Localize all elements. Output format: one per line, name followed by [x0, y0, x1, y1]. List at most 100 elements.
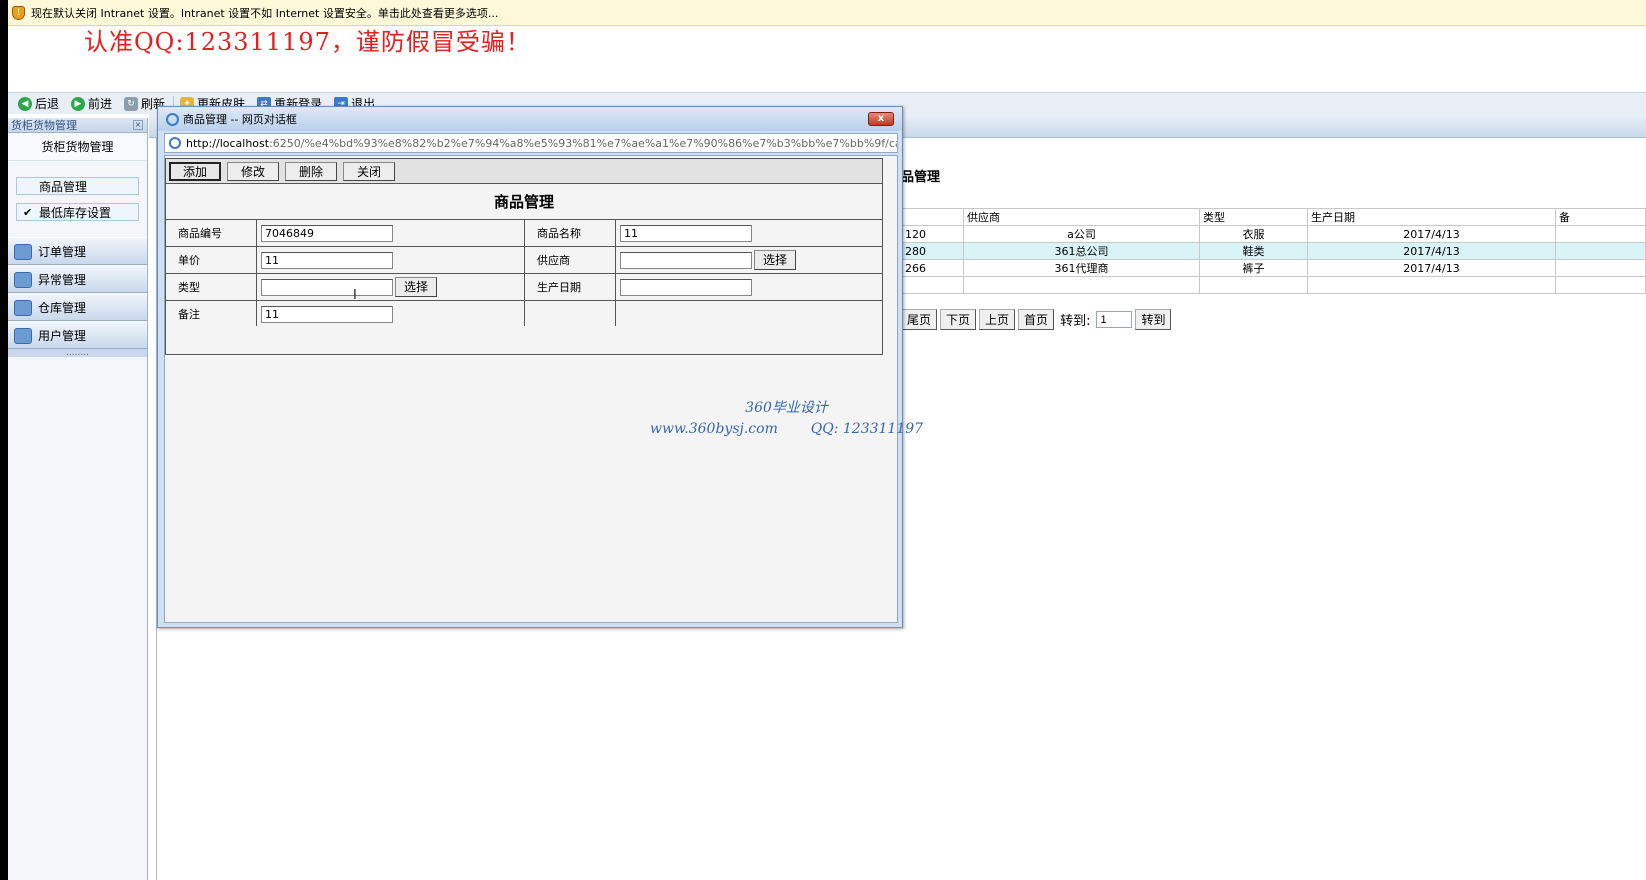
sidebar-group-warehouse[interactable]: 仓库管理: [8, 293, 147, 321]
remark-cell: [256, 300, 525, 328]
supplier-input[interactable]: [620, 251, 752, 269]
sidebar-item-label: 商品管理: [39, 179, 88, 194]
supplier-cell: 选择: [615, 246, 883, 274]
sidebar-close-icon[interactable]: ×: [133, 120, 143, 130]
sidebar-item-min-stock[interactable]: ✔ 最低库存设置: [16, 203, 139, 221]
background-product-table: 供应商 类型 生产日期 备 120 a公司 衣服 2017/4/13 280 3…: [901, 208, 1646, 294]
delete-button[interactable]: 删除: [285, 161, 337, 181]
product-code-label: 商品编号: [165, 219, 257, 247]
dialog-close-button[interactable]: x: [868, 112, 894, 126]
watermark-line1: 360毕业设计: [745, 400, 828, 416]
exceptions-icon: [14, 272, 32, 288]
form-footer: [165, 326, 883, 355]
type-input[interactable]: [261, 278, 393, 296]
goto-page-input[interactable]: [1096, 311, 1133, 328]
product-dialog: 商品管理 -- 网页对话框 x http://localhost:6250/%e…: [157, 106, 903, 628]
product-name-label: 商品名称: [524, 219, 616, 247]
goto-button[interactable]: 转到: [1135, 309, 1172, 330]
table-cell: [1199, 276, 1308, 294]
sidebar-panel-title: 货柜货物管理: [11, 119, 77, 132]
form-row: 类型 选择 生产日期: [165, 273, 883, 301]
table-row: [901, 276, 1646, 294]
orders-icon: [14, 244, 32, 260]
form-row: 单价 供应商 选择: [165, 246, 883, 274]
sidebar-item-list: 商品管理 ✔ 最低库存设置: [8, 161, 147, 237]
goto-label: 转到:: [1060, 314, 1091, 329]
close-button[interactable]: 关闭: [343, 161, 395, 181]
price-input[interactable]: [261, 251, 393, 269]
product-name-input[interactable]: [620, 224, 752, 242]
remark-input[interactable]: [261, 305, 393, 323]
table-cell: [1307, 276, 1556, 294]
table-cell: 2017/4/13: [1307, 259, 1556, 277]
sidebar-panel-header: 货柜货物管理 ×: [8, 118, 147, 133]
sidebar-group-label: 仓库管理: [38, 300, 87, 315]
sidebar-group-label: 用户管理: [38, 328, 87, 343]
price-label: 单价: [165, 246, 257, 274]
first-page-button[interactable]: 首页: [1018, 309, 1055, 330]
table-header-cell: [901, 208, 964, 226]
watermark-line2: www.360bysj.com QQ: 123311197: [650, 419, 923, 440]
sidebar-item-product-management[interactable]: 商品管理: [16, 177, 139, 195]
next-page-button[interactable]: 下页: [940, 309, 977, 330]
table-cell: [1555, 225, 1646, 243]
table-header-cell: 供应商: [963, 208, 1200, 226]
add-button[interactable]: 添加: [169, 161, 221, 181]
ie-icon: [166, 112, 179, 126]
back-label: 后退: [35, 97, 60, 111]
back-arrow-icon: ◀: [18, 96, 32, 111]
table-row[interactable]: 280 361总公司 鞋类 2017/4/13: [901, 242, 1646, 260]
url-path: :6250/%e4%bd%93%e8%82%b2%e7%94%a8%e5%93%…: [269, 136, 898, 150]
supplier-select-button[interactable]: 选择: [754, 250, 797, 270]
form-title: 商品管理: [165, 184, 883, 220]
type-select-button[interactable]: 选择: [395, 277, 438, 297]
dialog-address-bar: http://localhost:6250/%e4%bd%93%e8%82%b2…: [164, 133, 898, 153]
sidebar-resize-handle[interactable]: ........: [8, 349, 147, 358]
sidebar-group-label: 订单管理: [38, 244, 87, 259]
table-cell: [1555, 242, 1646, 260]
watermark-qq: QQ: 123311197: [810, 421, 924, 437]
table-row[interactable]: 120 a公司 衣服 2017/4/13: [901, 225, 1646, 243]
infobar-text: 现在默认关闭 Intranet 设置。Intranet 设置不如 Interne…: [31, 6, 499, 20]
sidebar-group-orders[interactable]: 订单管理: [8, 237, 147, 265]
dialog-body: 添加 修改 删除 关闭 商品管理 商品编号 商品名称 单价 供应商 选择 类型 …: [164, 155, 898, 623]
url-host: http://localhost: [186, 136, 270, 150]
form-toolbar: 添加 修改 删除 关闭: [165, 158, 883, 184]
edit-button[interactable]: 修改: [227, 161, 279, 181]
refresh-icon: ↻: [124, 96, 139, 111]
table-cell: 280: [901, 242, 964, 260]
forward-button[interactable]: ▶ 前进: [67, 95, 118, 113]
table-cell: 鞋类: [1199, 242, 1308, 260]
price-cell: [256, 246, 525, 274]
table-cell: 裤子: [1199, 259, 1308, 277]
left-edge: [0, 0, 8, 880]
sidebar-section-title[interactable]: 货柜货物管理: [8, 133, 147, 161]
product-code-cell: [256, 219, 525, 247]
users-icon: [14, 328, 32, 344]
table-cell: a公司: [963, 225, 1200, 243]
sidebar-group-label: 异常管理: [38, 272, 87, 287]
production-date-input[interactable]: [620, 278, 752, 296]
table-cell: 2017/4/13: [1307, 225, 1556, 243]
table-cell: [1555, 276, 1646, 294]
shield-icon: !: [12, 5, 25, 20]
sidebar-group-exceptions[interactable]: 异常管理: [8, 265, 147, 293]
ie-page-icon: [169, 137, 181, 149]
back-button[interactable]: ◀ 后退: [14, 95, 65, 113]
supplier-label: 供应商: [524, 246, 616, 274]
table-header-row: 供应商 类型 生产日期 备: [901, 208, 1646, 226]
table-row[interactable]: 266 361代理商 裤子 2017/4/13: [901, 259, 1646, 277]
form-row: 商品编号 商品名称: [165, 219, 883, 247]
qq-banner: 认准QQ:123311197，谨防假冒受骗！: [84, 28, 531, 56]
last-page-button[interactable]: 尾页: [901, 309, 938, 330]
dialog-titlebar[interactable]: 商品管理 -- 网页对话框 x: [158, 107, 902, 131]
sidebar-group-users[interactable]: 用户管理: [8, 321, 147, 349]
checkmark-icon: ✔: [23, 206, 33, 219]
remark-label: 备注: [165, 300, 257, 328]
product-code-input[interactable]: [261, 224, 393, 242]
prev-page-button[interactable]: 上页: [979, 309, 1016, 330]
product-form-table: 商品编号 商品名称 单价 供应商 选择 类型 选择 生产日期 备注: [165, 219, 883, 328]
forward-arrow-icon: ▶: [71, 96, 86, 111]
table-header-cell: 类型: [1199, 208, 1308, 226]
watermark: 360毕业设计 www.360bysj.com QQ: 123311197: [650, 398, 923, 440]
